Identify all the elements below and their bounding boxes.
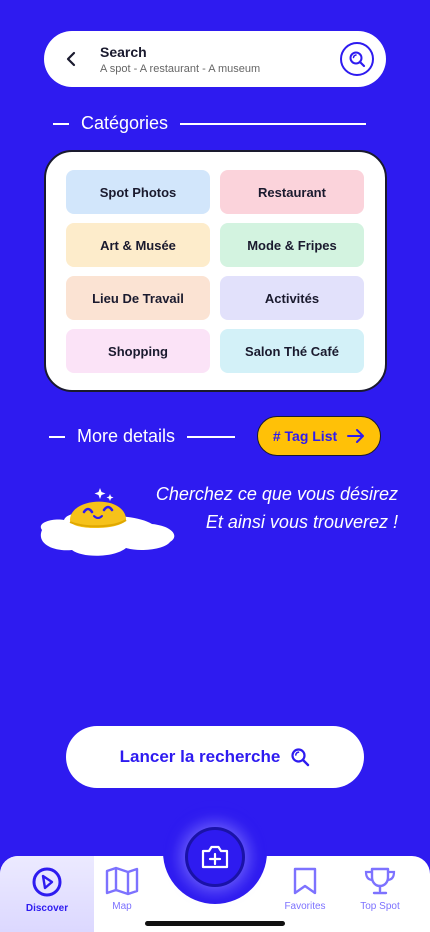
category-restaurant[interactable]: Restaurant: [220, 170, 364, 214]
categories-grid: Spot Photos Restaurant Art & Musée Mode …: [66, 170, 365, 373]
nav-favorites-label: Favorites: [284, 901, 326, 912]
nav-discover[interactable]: Discover: [9, 866, 85, 920]
camera-plus-icon: [201, 845, 229, 869]
home-indicator: [145, 921, 285, 926]
search-subtitle: A spot - A restaurant - A museum: [100, 62, 261, 75]
chevron-left-icon: [66, 51, 76, 67]
slogan: Cherchez ce que vous désirez Et ainsi vo…: [156, 480, 398, 536]
tag-list-label: # Tag List: [272, 428, 338, 444]
nav-map-label: Map: [112, 901, 132, 912]
arrow-right-icon: [347, 429, 365, 443]
nav-discover-label: Discover: [25, 903, 69, 914]
tag-list-button[interactable]: # Tag List: [257, 416, 381, 456]
category-salon-the-cafe[interactable]: Salon Thé Café: [220, 329, 364, 373]
compass-icon: [32, 867, 62, 897]
heading-line-right: [180, 122, 367, 125]
map-icon: [105, 866, 139, 896]
back-button[interactable]: [44, 31, 100, 87]
category-activites[interactable]: Activités: [220, 276, 364, 320]
slogan-line-2: Et ainsi vous trouverez !: [205, 512, 398, 532]
category-mode-fripes[interactable]: Mode & Fripes: [220, 223, 364, 267]
heading-line-left: [49, 435, 65, 438]
slogan-line-1: Cherchez ce que vous désirez: [155, 484, 398, 504]
categories-heading: Catégories: [53, 113, 367, 134]
add-photo-button[interactable]: [185, 827, 245, 887]
category-shopping[interactable]: Shopping: [66, 329, 210, 373]
search-title: Search: [100, 43, 147, 60]
search-icon: [291, 748, 310, 767]
nav-top-spot[interactable]: Top Spot: [342, 866, 418, 920]
categories-card: Spot Photos Restaurant Art & Musée Mode …: [44, 150, 387, 392]
nav-top-spot-label: Top Spot: [360, 901, 400, 912]
heading-line-left: [53, 122, 69, 125]
details-title: More details: [77, 426, 176, 446]
category-art-musee[interactable]: Art & Musée: [66, 223, 210, 267]
search-icon: [349, 51, 366, 68]
nav-favorites[interactable]: Favorites: [267, 866, 343, 920]
launch-search-button[interactable]: Lancer la recherche: [66, 726, 364, 788]
search-bar[interactable]: Search A spot - A restaurant - A museum: [44, 31, 386, 87]
bookmark-icon: [293, 867, 317, 895]
search-text-group: Search A spot - A restaurant - A museum: [100, 44, 340, 75]
trophy-icon: [364, 867, 396, 895]
search-button[interactable]: [340, 42, 374, 76]
categories-title: Catégories: [81, 113, 169, 133]
launch-search-label: Lancer la recherche: [119, 747, 281, 766]
category-spot-photos[interactable]: Spot Photos: [66, 170, 210, 214]
heading-line-right: [187, 435, 236, 438]
nav-map[interactable]: Map: [84, 866, 160, 920]
details-heading: More details: [49, 426, 236, 447]
category-lieu-de-travail[interactable]: Lieu De Travail: [66, 276, 210, 320]
